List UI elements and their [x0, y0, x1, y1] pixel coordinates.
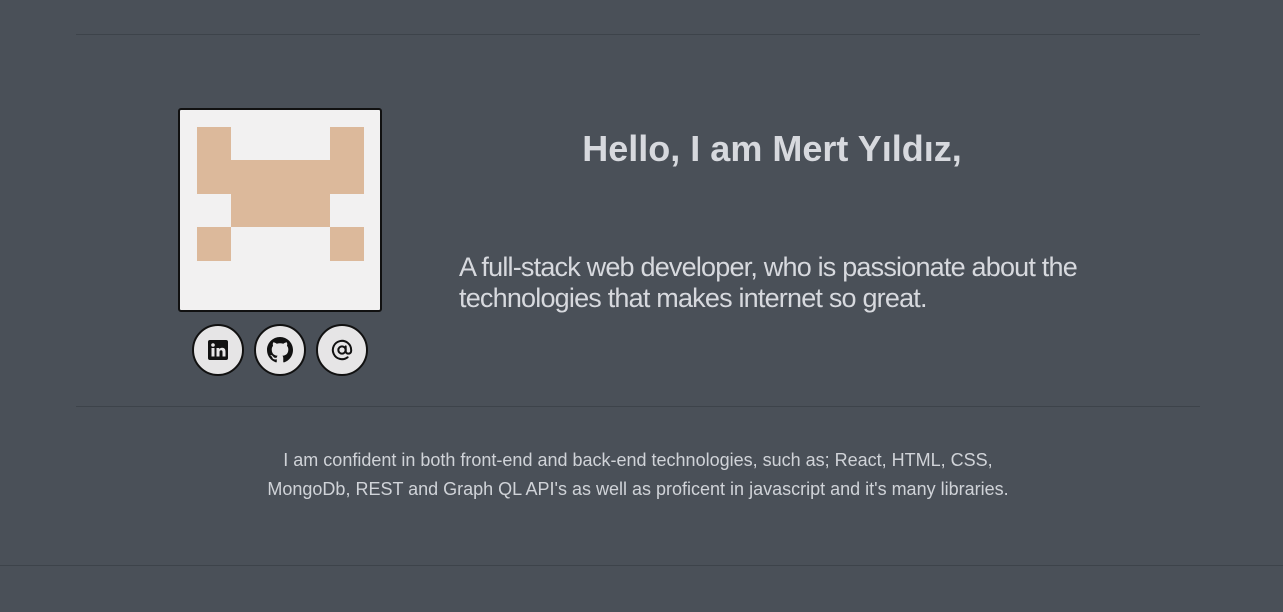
- bottom-divider: [0, 565, 1283, 566]
- portfolio-page: Hello, I am Mert Yıldız, A full-stack we…: [0, 0, 1283, 612]
- about-text: I am confident in both front-end and bac…: [267, 450, 1009, 499]
- greeting-heading: Hello, I am Mert Yıldız,: [582, 128, 962, 169]
- github-button[interactable]: [254, 324, 306, 376]
- pixel-space-invader-icon: [197, 127, 364, 261]
- linkedin-icon: [208, 340, 228, 360]
- linkedin-button[interactable]: [192, 324, 244, 376]
- top-divider: [76, 34, 1200, 35]
- tagline-text: A full-stack web developer, who is passi…: [459, 252, 1078, 313]
- at-sign-email-icon: [331, 339, 353, 361]
- email-button[interactable]: [316, 324, 368, 376]
- middle-divider: [76, 406, 1200, 407]
- github-icon: [267, 337, 293, 363]
- avatar: [178, 108, 382, 312]
- social-links: [192, 324, 372, 376]
